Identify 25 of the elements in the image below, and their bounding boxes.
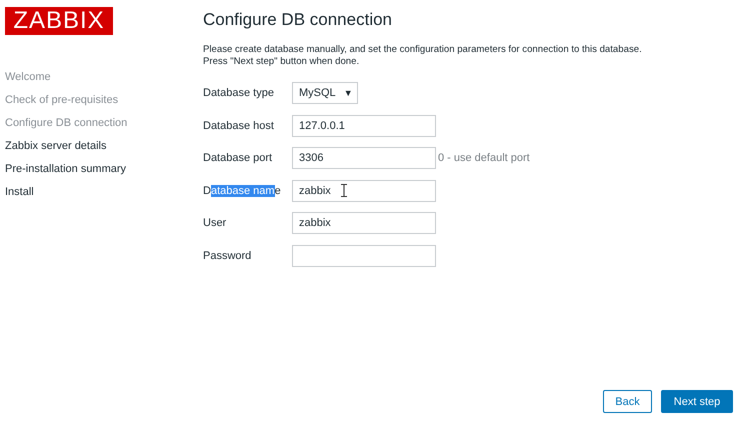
logo: ZABBIX <box>5 7 113 35</box>
field-label: Database port <box>203 152 274 164</box>
step-item: Pre-installation summary <box>5 162 126 177</box>
step-item: Welcome <box>5 70 51 85</box>
input-field[interactable]: zabbix <box>292 212 436 234</box>
back-button[interactable]: Back <box>603 390 652 413</box>
step-item: Configure DB connection <box>5 116 128 131</box>
database-type-select[interactable]: MySQL ▼ <box>292 82 358 104</box>
description-text: Press "Next step" button when done. <box>203 56 360 68</box>
description-text: Please create database manually, and set the configuration parameters for connection to this database. <box>203 44 642 56</box>
field-label: Database type <box>203 87 275 100</box>
hint-text: 0 - use default port <box>438 152 530 164</box>
step-item: Install <box>5 185 34 200</box>
field-label: Password <box>203 250 252 262</box>
field-label: Database host <box>203 120 275 132</box>
page-title: Configure DB connection <box>203 9 394 31</box>
input-field[interactable] <box>292 244 436 267</box>
input-field[interactable]: 3306 <box>292 147 436 170</box>
input-field[interactable]: zabbix <box>292 180 436 202</box>
input-field[interactable]: 127.0.0.1 <box>292 114 436 137</box>
next-button[interactable]: Next step <box>661 390 733 413</box>
step-item: Check of pre-requisites <box>5 93 118 108</box>
step-item: Zabbix server details <box>5 139 106 154</box>
field-label: Database name <box>203 184 282 197</box>
field-label: User <box>203 217 228 230</box>
